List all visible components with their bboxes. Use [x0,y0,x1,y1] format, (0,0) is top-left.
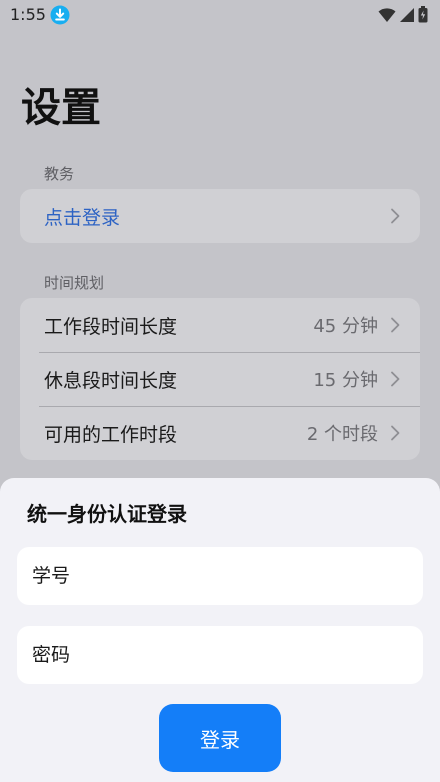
available-sessions-value: 2 个时段 [306,424,378,445]
student-id-input[interactable] [17,547,423,605]
chevron-right-icon [391,425,400,441]
available-sessions-row[interactable]: 可用的工作时段 2 个时段 [20,406,420,460]
academic-card: 点击登录 [20,189,420,243]
section-header-time-planning: 时间规划 [44,274,105,292]
login-sheet-title: 统一身份认证登录 [27,502,187,526]
section-header-academic: 教务 [44,165,75,183]
download-icon [50,5,70,25]
status-time: 1:55 [10,5,46,24]
chevron-right-icon [391,208,400,224]
wifi-icon [378,7,396,22]
login-button[interactable]: 登录 [159,704,281,772]
work-duration-label: 工作段时间长度 [44,315,178,338]
battery-charging-icon [418,6,428,23]
login-row[interactable]: 点击登录 [20,189,420,243]
cellular-signal-icon [400,7,414,22]
break-duration-label: 休息段时间长度 [44,369,178,392]
work-duration-row[interactable]: 工作段时间长度 45 分钟 [20,298,420,352]
status-icons [378,6,428,23]
page-title: 设置 [21,85,101,131]
chevron-right-icon [391,371,400,387]
available-sessions-label: 可用的工作时段 [44,423,178,446]
time-planning-card: 工作段时间长度 45 分钟 休息段时间长度 15 分钟 可用的工作时段 2 个时… [20,298,420,460]
work-duration-value: 45 分钟 [313,316,378,337]
login-sheet: 统一身份认证登录 登录 [0,478,440,782]
chevron-right-icon [391,317,400,333]
status-bar: 1:55 [0,0,440,30]
break-duration-row[interactable]: 休息段时间长度 15 分钟 [20,352,420,406]
break-duration-value: 15 分钟 [313,370,378,391]
password-input[interactable] [17,626,423,684]
login-link-label: 点击登录 [44,206,121,229]
